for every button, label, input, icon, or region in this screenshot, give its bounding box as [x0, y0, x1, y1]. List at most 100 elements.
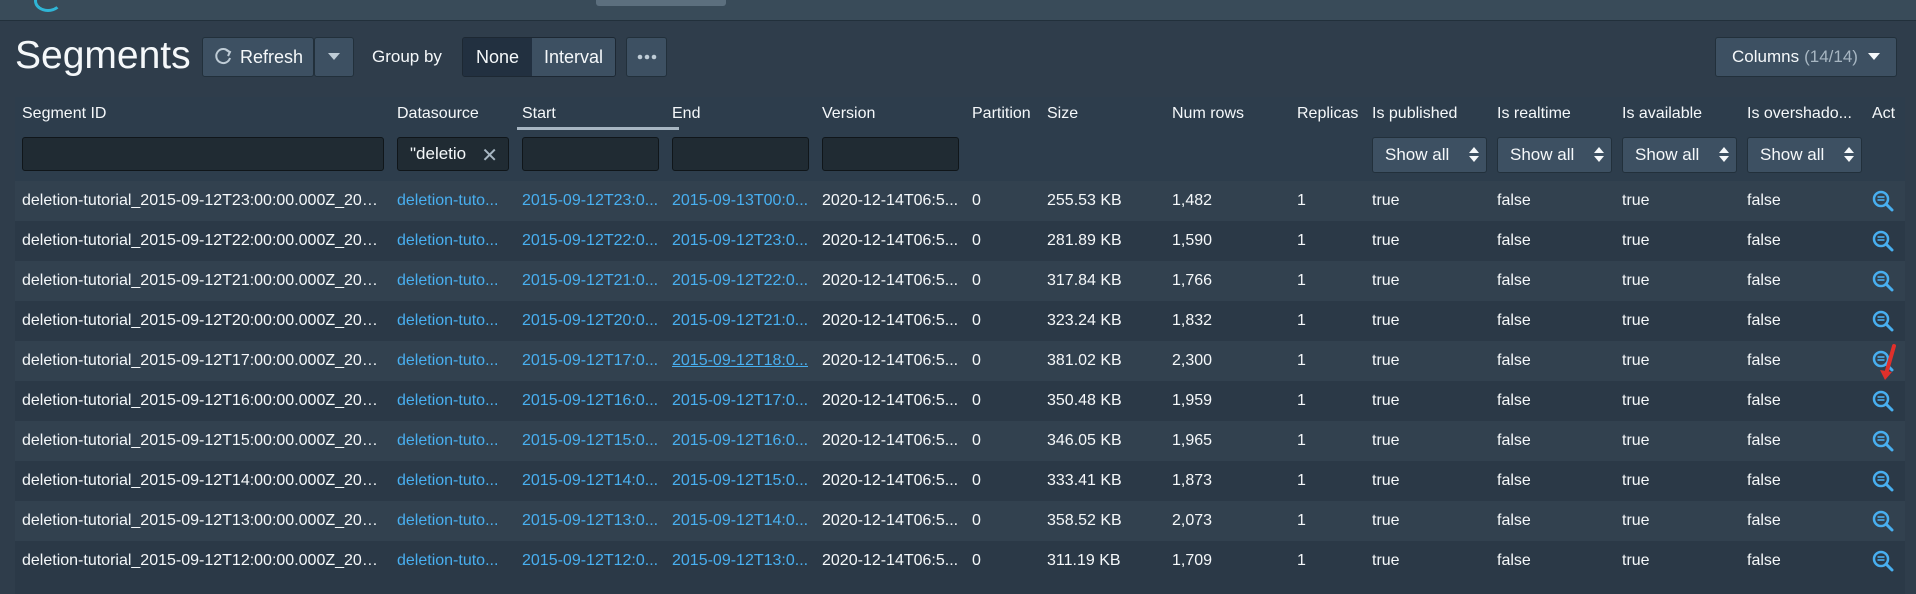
- header-partition[interactable]: Partition: [972, 105, 1031, 123]
- filter-start[interactable]: [522, 137, 659, 171]
- cell-segment-id: deletion-tutorial_2015-09-12T13:00:00.00…: [22, 512, 384, 529]
- cell-size: 323.24 KB: [1047, 312, 1122, 329]
- more-options-button[interactable]: [626, 37, 667, 77]
- cell-is-overshadowed: false: [1747, 392, 1781, 409]
- cell-datasource[interactable]: deletion-tuto...: [397, 472, 498, 490]
- header-version[interactable]: Version: [822, 105, 875, 123]
- cell-is-published: true: [1372, 552, 1400, 569]
- columns-count: (14/14): [1804, 47, 1858, 66]
- group-by-none[interactable]: None: [463, 38, 533, 76]
- cell-end[interactable]: 2015-09-12T16:0...: [672, 432, 808, 450]
- filter-is-available[interactable]: Show all: [1622, 137, 1737, 173]
- druid-logo[interactable]: [34, 0, 62, 12]
- cell-size: 281.89 KB: [1047, 232, 1122, 249]
- cell-end[interactable]: 2015-09-12T21:0...: [672, 312, 808, 330]
- cell-replicas: 1: [1297, 272, 1306, 289]
- cell-is-published: true: [1372, 352, 1400, 369]
- header-actions[interactable]: Act: [1872, 105, 1895, 123]
- magnifier-list-icon[interactable]: [1872, 390, 1894, 412]
- segments-table: Segment ID Datasource Start End Version …: [15, 97, 1905, 594]
- cell-datasource[interactable]: deletion-tuto...: [397, 232, 498, 250]
- cell-segment-id: deletion-tutorial_2015-09-12T22:00:00.00…: [22, 232, 384, 249]
- header-size[interactable]: Size: [1047, 105, 1078, 123]
- cell-datasource[interactable]: deletion-tuto...: [397, 552, 498, 570]
- header-is-realtime[interactable]: Is realtime: [1497, 105, 1571, 123]
- magnifier-list-icon[interactable]: [1872, 430, 1894, 452]
- cell-is-published: true: [1372, 432, 1400, 449]
- filter-is-realtime[interactable]: Show all: [1497, 137, 1612, 173]
- filter-end[interactable]: [672, 137, 809, 171]
- cell-end[interactable]: 2015-09-12T15:0...: [672, 472, 808, 490]
- group-by-interval[interactable]: Interval: [532, 38, 615, 76]
- header-replicas[interactable]: Replicas: [1297, 105, 1358, 123]
- cell-datasource[interactable]: deletion-tuto...: [397, 512, 498, 530]
- cell-start[interactable]: 2015-09-12T21:0...: [522, 272, 658, 290]
- header-num-rows[interactable]: Num rows: [1172, 105, 1244, 123]
- filter-is-available-value: Show all: [1635, 145, 1700, 164]
- cell-end[interactable]: 2015-09-12T17:0...: [672, 392, 808, 410]
- cell-datasource[interactable]: deletion-tuto...: [397, 192, 498, 210]
- cell-is-overshadowed: false: [1747, 552, 1781, 569]
- filter-is-realtime-value: Show all: [1510, 145, 1575, 164]
- header-datasource[interactable]: Datasource: [397, 105, 479, 123]
- magnifier-list-icon[interactable]: [1872, 310, 1894, 332]
- filter-segment-id[interactable]: [22, 137, 384, 171]
- cell-size: 333.41 KB: [1047, 472, 1122, 489]
- header-segment-id[interactable]: Segment ID: [22, 105, 106, 123]
- active-nav-tab[interactable]: [596, 0, 726, 6]
- cell-is-published: true: [1372, 272, 1400, 289]
- magnifier-list-icon[interactable]: [1872, 190, 1894, 212]
- cell-partition: 0: [972, 392, 981, 409]
- cell-datasource[interactable]: deletion-tuto...: [397, 392, 498, 410]
- cell-end[interactable]: 2015-09-13T00:0...: [672, 192, 808, 210]
- cell-end[interactable]: 2015-09-12T23:0...: [672, 232, 808, 250]
- cell-datasource[interactable]: deletion-tuto...: [397, 352, 498, 370]
- refresh-button[interactable]: Refresh: [202, 37, 314, 77]
- cell-is-realtime: false: [1497, 272, 1531, 289]
- refresh-options-button[interactable]: [314, 37, 354, 77]
- cell-segment-id: deletion-tutorial_2015-09-12T14:00:00.00…: [22, 472, 384, 489]
- cell-num-rows: 1,482: [1172, 192, 1213, 209]
- clear-x-icon[interactable]: ✕: [481, 143, 498, 168]
- header-is-overshadowed[interactable]: Is overshado...: [1747, 105, 1852, 123]
- cell-datasource[interactable]: deletion-tuto...: [397, 432, 498, 450]
- cell-start[interactable]: 2015-09-12T13:0...: [522, 512, 658, 530]
- header-end[interactable]: End: [672, 105, 700, 123]
- magnifier-list-icon[interactable]: [1872, 230, 1894, 252]
- header-start[interactable]: Start: [522, 105, 556, 123]
- magnifier-list-icon[interactable]: [1872, 270, 1894, 292]
- cell-start[interactable]: 2015-09-12T17:0...: [522, 352, 658, 370]
- filter-is-published[interactable]: Show all: [1372, 137, 1487, 173]
- cell-segment-id: deletion-tutorial_2015-09-12T23:00:00.00…: [22, 192, 384, 209]
- columns-button[interactable]: Columns (14/14): [1715, 37, 1897, 77]
- cell-start[interactable]: 2015-09-12T23:0...: [522, 192, 658, 210]
- header-is-published[interactable]: Is published: [1372, 105, 1457, 123]
- filter-is-overshadowed[interactable]: Show all: [1747, 137, 1862, 173]
- header-is-available[interactable]: Is available: [1622, 105, 1702, 123]
- cell-start[interactable]: 2015-09-12T16:0...: [522, 392, 658, 410]
- cell-end[interactable]: 2015-09-12T22:0...: [672, 272, 808, 290]
- cell-datasource[interactable]: deletion-tuto...: [397, 312, 498, 330]
- filter-version[interactable]: [822, 137, 959, 171]
- cell-end[interactable]: 2015-09-12T14:0...: [672, 512, 808, 530]
- cell-start[interactable]: 2015-09-12T20:0...: [522, 312, 658, 330]
- cell-replicas: 1: [1297, 232, 1306, 249]
- cell-num-rows: 2,300: [1172, 352, 1213, 369]
- cell-end[interactable]: 2015-09-12T18:0...: [672, 352, 808, 370]
- cell-is-published: true: [1372, 512, 1400, 529]
- cell-size: 311.19 KB: [1047, 552, 1121, 569]
- cell-end[interactable]: 2015-09-12T13:0...: [672, 552, 808, 570]
- cell-start[interactable]: 2015-09-12T22:0...: [522, 232, 658, 250]
- cell-datasource[interactable]: deletion-tuto...: [397, 272, 498, 290]
- cell-start[interactable]: 2015-09-12T12:0...: [522, 552, 658, 570]
- cell-partition: 0: [972, 432, 981, 449]
- cell-version: 2020-12-14T06:5...: [822, 392, 959, 409]
- cell-version: 2020-12-14T06:5...: [822, 232, 959, 249]
- cell-is-published: true: [1372, 472, 1400, 489]
- magnifier-list-icon[interactable]: [1872, 470, 1894, 492]
- filter-datasource[interactable]: "deletio ✕: [397, 137, 509, 171]
- cell-start[interactable]: 2015-09-12T15:0...: [522, 432, 658, 450]
- magnifier-list-icon[interactable]: [1872, 510, 1894, 532]
- magnifier-list-icon[interactable]: [1872, 550, 1894, 572]
- cell-start[interactable]: 2015-09-12T14:0...: [522, 472, 658, 490]
